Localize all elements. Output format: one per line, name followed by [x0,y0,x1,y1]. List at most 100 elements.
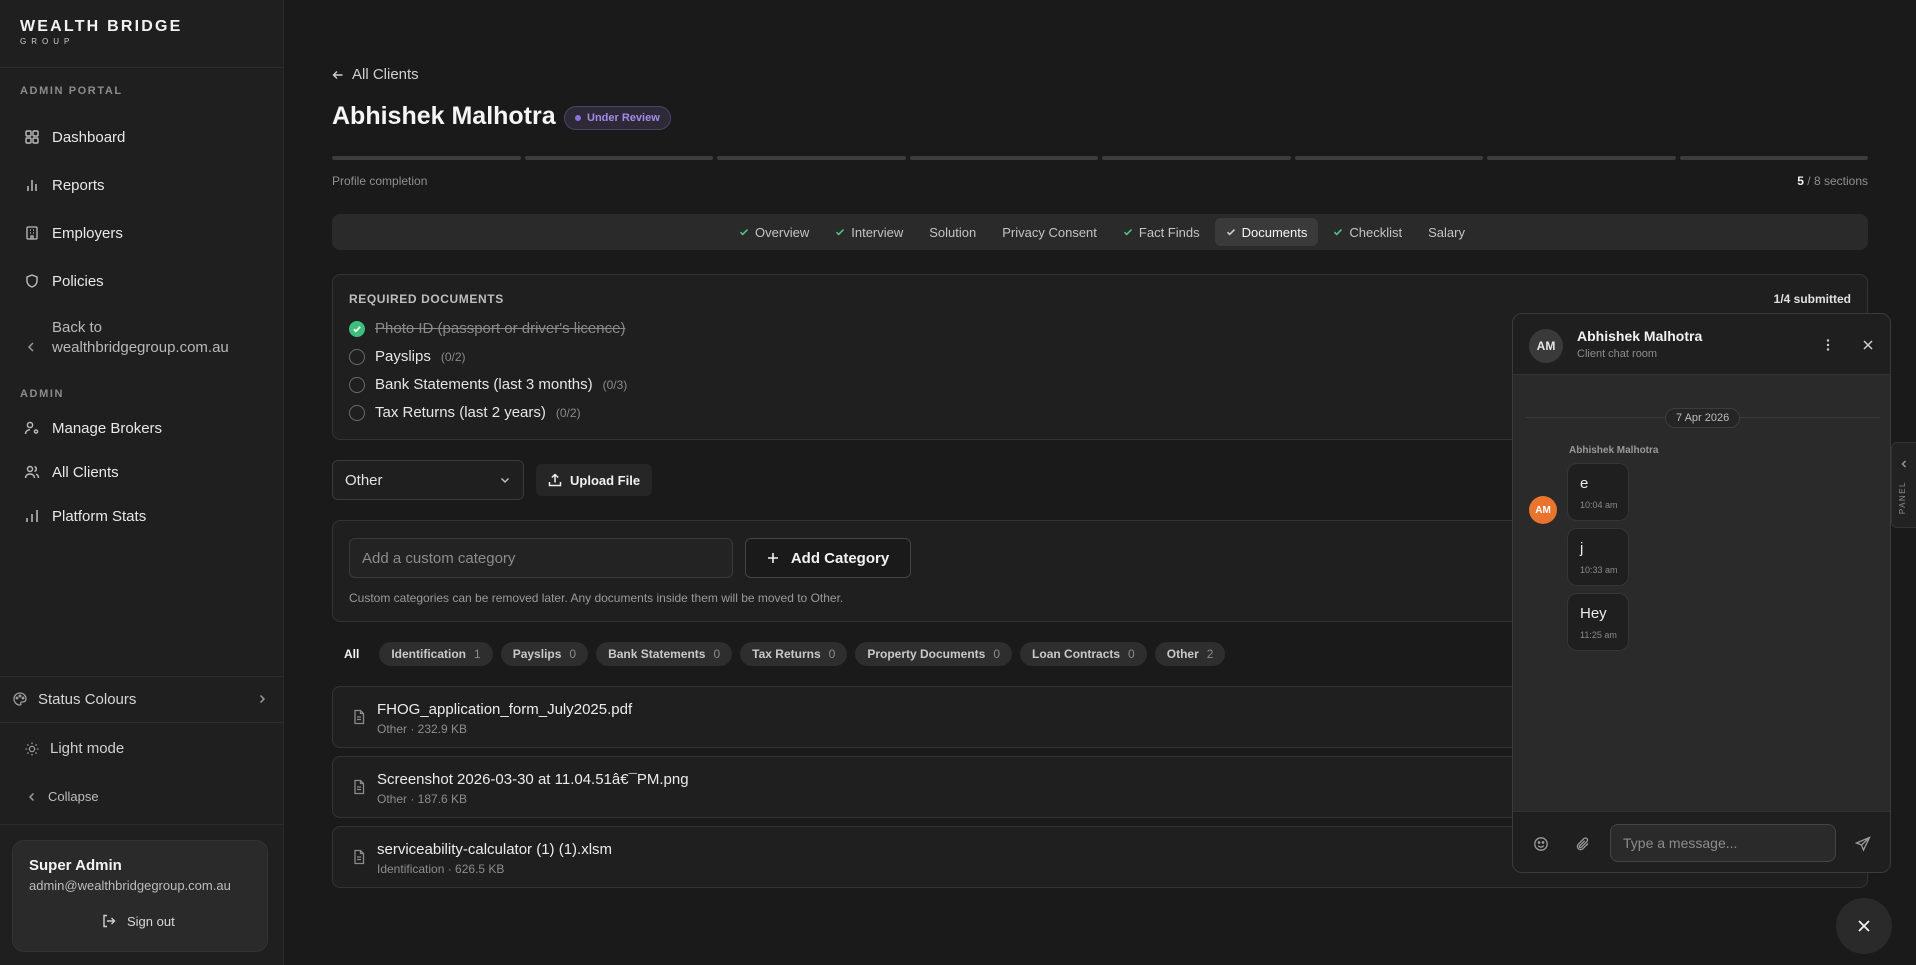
upload-icon [548,473,562,487]
tab-checklist[interactable]: Checklist [1322,218,1413,246]
check-icon [836,229,845,236]
file-name: FHOG_application_form_July2025.pdf [377,701,633,718]
tab-salary[interactable]: Salary [1417,218,1476,246]
section-label-admin-portal: ADMIN PORTAL [20,85,123,97]
category-select[interactable]: Other [332,460,524,500]
user-cog-icon [24,421,39,435]
palette-icon [13,692,27,706]
sidebar-item-manage-brokers[interactable]: Manage Brokers [24,416,162,440]
profile-completion-label: Profile completion [332,174,428,188]
add-category-label: Add Category [790,549,890,567]
close-chat-fab[interactable] [1836,898,1892,954]
emoji-icon[interactable] [1533,836,1549,852]
message-text: j [1580,540,1584,557]
custom-category-input[interactable] [349,538,733,578]
plus-icon [767,553,778,563]
pending-circle-icon [349,376,365,393]
light-mode-toggle[interactable]: Light mode [24,740,124,757]
tab-label: Fact Finds [1138,224,1200,240]
chevron-left-icon [28,792,35,801]
back-to-website-link[interactable]: Back to wealthbridgegroup.com.au [24,318,252,358]
message-time: 11:25 am [1580,630,1617,640]
progress-segment [332,156,521,160]
tab-fact-finds[interactable]: Fact Finds [1112,218,1211,246]
sidebar-item-reports[interactable]: Reports [24,173,105,197]
required-item-photo-id: Photo ID (passport or driver's licence) [349,320,625,337]
filter-count: 0 [713,647,721,661]
filter-chip-all[interactable]: All [332,642,372,666]
progress-segment [1487,156,1676,160]
chat-header: AM Abhishek Malhotra Client chat room [1513,314,1890,375]
sign-out-label: Sign out [127,913,175,929]
sidebar-item-dashboard[interactable]: Dashboard [24,125,125,149]
panel-tab-label: PANEL [1898,481,1907,515]
sidebar-item-label: Platform Stats [52,507,147,525]
filter-chip-bank-statements[interactable]: Bank Statements 0 [596,642,733,666]
status-colours-toggle[interactable]: Status Colours [12,688,272,710]
sections-total: / 8 sections [1807,174,1868,188]
filter-chip-loan-contracts[interactable]: Loan Contracts 0 [1020,642,1147,666]
chat-message: e 10:04 am [1567,463,1629,521]
add-category-button[interactable]: Add Category [745,538,911,578]
required-item-label: Payslips [375,348,431,365]
filter-count: 0 [569,647,577,661]
tab-privacy-consent[interactable]: Privacy Consent [991,218,1108,246]
required-item-label: Tax Returns (last 2 years) [375,404,546,421]
filter-chip-other[interactable]: Other 2 [1154,642,1226,666]
filter-count: 0 [993,647,1001,661]
close-icon[interactable] [1861,338,1875,352]
tab-solution[interactable]: Solution [918,218,987,246]
tab-label: Solution [929,224,977,240]
back-to-all-clients-link[interactable]: All Clients [332,66,419,83]
message-input[interactable] [1610,824,1836,862]
progress-segment [717,156,906,160]
tab-interview[interactable]: Interview [824,218,914,246]
sidebar-divider [0,722,284,723]
message-text: Hey [1580,605,1607,622]
back-to-website-label: Back to wealthbridgegroup.com.au [52,319,229,356]
sidebar-item-label: Dashboard [52,128,126,146]
close-icon [1858,920,1870,932]
required-item-count: (0/2) [440,349,466,364]
sidebar-divider [0,824,284,825]
sign-out-button[interactable]: Sign out [101,913,175,929]
sidebar-item-all-clients[interactable]: All Clients [24,460,119,484]
file-meta: Other · 187.6 KB [377,792,468,806]
sidebar-item-platform-stats[interactable]: Platform Stats [24,504,146,528]
pending-circle-icon [349,404,365,421]
filter-chip-tax-returns[interactable]: Tax Returns 0 [740,642,848,666]
filter-chip-property-documents[interactable]: Property Documents 0 [855,642,1013,666]
progress-segment [909,156,1098,160]
sidebar-divider [0,676,284,677]
paperclip-icon[interactable] [1575,836,1591,852]
sections-done: 5 [1797,174,1804,188]
filter-chip-identification[interactable]: Identification 1 [379,642,493,666]
tab-overview[interactable]: Overview [728,218,820,246]
chat-message: j 10:33 am [1567,528,1629,586]
file-name: Screenshot 2026-03-30 at 11.04.51â€¯PM.p… [377,771,689,788]
tab-label: Privacy Consent [1002,224,1097,240]
chat-subtitle: Client chat room [1577,348,1658,360]
panel-toggle-tab[interactable]: PANEL [1891,442,1916,528]
custom-category-hint: Custom categories can be removed later. … [349,591,844,605]
collapse-sidebar-button[interactable]: Collapse [26,789,99,804]
users-icon [24,465,40,479]
progress-segment [524,156,713,160]
tab-documents[interactable]: Documents [1214,218,1319,246]
tab-label: Documents [1241,224,1308,240]
brand-logo[interactable]: WEALTH BRIDGE GROUP [20,18,183,46]
filter-count: 2 [1206,647,1214,661]
required-item-label: Bank Statements (last 3 months) [375,376,593,393]
date-separator: 7 Apr 2026 [1665,408,1741,428]
sidebar-item-policies[interactable]: Policies [24,269,104,293]
document-filters: All Identification 1 Payslips 0 Bank State… [332,642,1226,666]
required-item-bank-statements: Bank Statements (last 3 months) (0/3) [349,376,627,393]
message-time: 10:04 am [1580,500,1618,510]
filter-count: 0 [828,647,836,661]
sidebar-item-employers[interactable]: Employers [24,221,123,245]
upload-file-button[interactable]: Upload File [536,464,653,496]
filter-chip-payslips[interactable]: Payslips 0 [500,642,589,666]
more-vertical-icon[interactable] [1821,338,1835,352]
sidebar-item-label: All Clients [52,463,119,481]
send-icon[interactable] [1855,836,1871,852]
